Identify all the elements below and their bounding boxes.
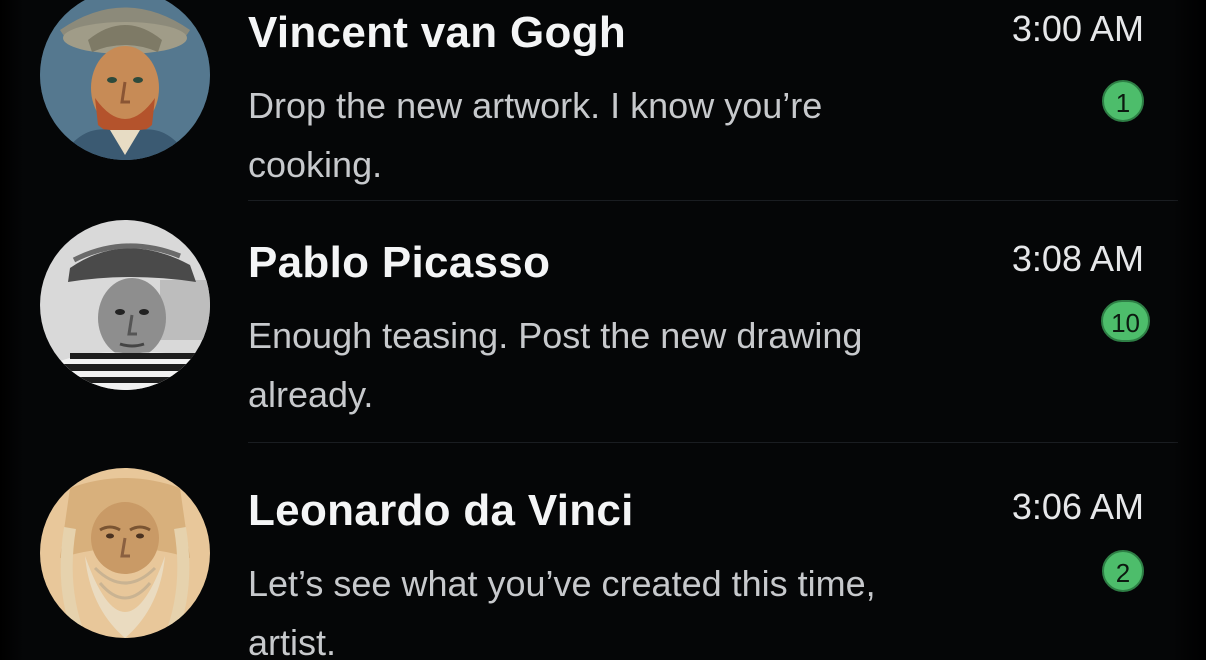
divider [248,442,1178,443]
picasso-portrait [40,220,210,390]
contact-name: Pablo Picasso [248,238,551,287]
unread-badge: 10 [1101,300,1150,342]
message-time: 3:00 AM [1011,8,1144,49]
da-vinci-portrait [40,468,210,638]
chat-list: Vincent van Gogh Drop the new artwork. I… [0,0,1206,660]
message-preview: Enough teasing. Post the new drawing alr… [248,315,863,415]
unread-badge: 2 [1102,550,1144,592]
contact-name: Leonardo da Vinci [248,486,634,535]
unread-badge: 1 [1102,80,1144,122]
message-time: 3:06 AM [1011,486,1144,527]
van-gogh-portrait [40,0,210,160]
chat-row-leonardo-da-vinci[interactable]: Leonardo da Vinci Let’s see what you’ve … [30,458,1180,660]
chat-row-vincent-van-gogh[interactable]: Vincent van Gogh Drop the new artwork. I… [30,0,1180,185]
divider [248,200,1178,201]
avatar[interactable] [40,220,210,390]
message-preview: Drop the new artwork. I know you’re cook… [248,85,823,185]
avatar[interactable] [40,0,210,160]
avatar[interactable] [40,468,210,638]
chat-row-pablo-picasso[interactable]: Pablo Picasso Enough teasing. Post the n… [30,210,1180,415]
message-time: 3:08 AM [1011,238,1144,279]
contact-name: Vincent van Gogh [248,8,627,57]
message-preview: Let’s see what you’ve created this time,… [248,563,876,660]
